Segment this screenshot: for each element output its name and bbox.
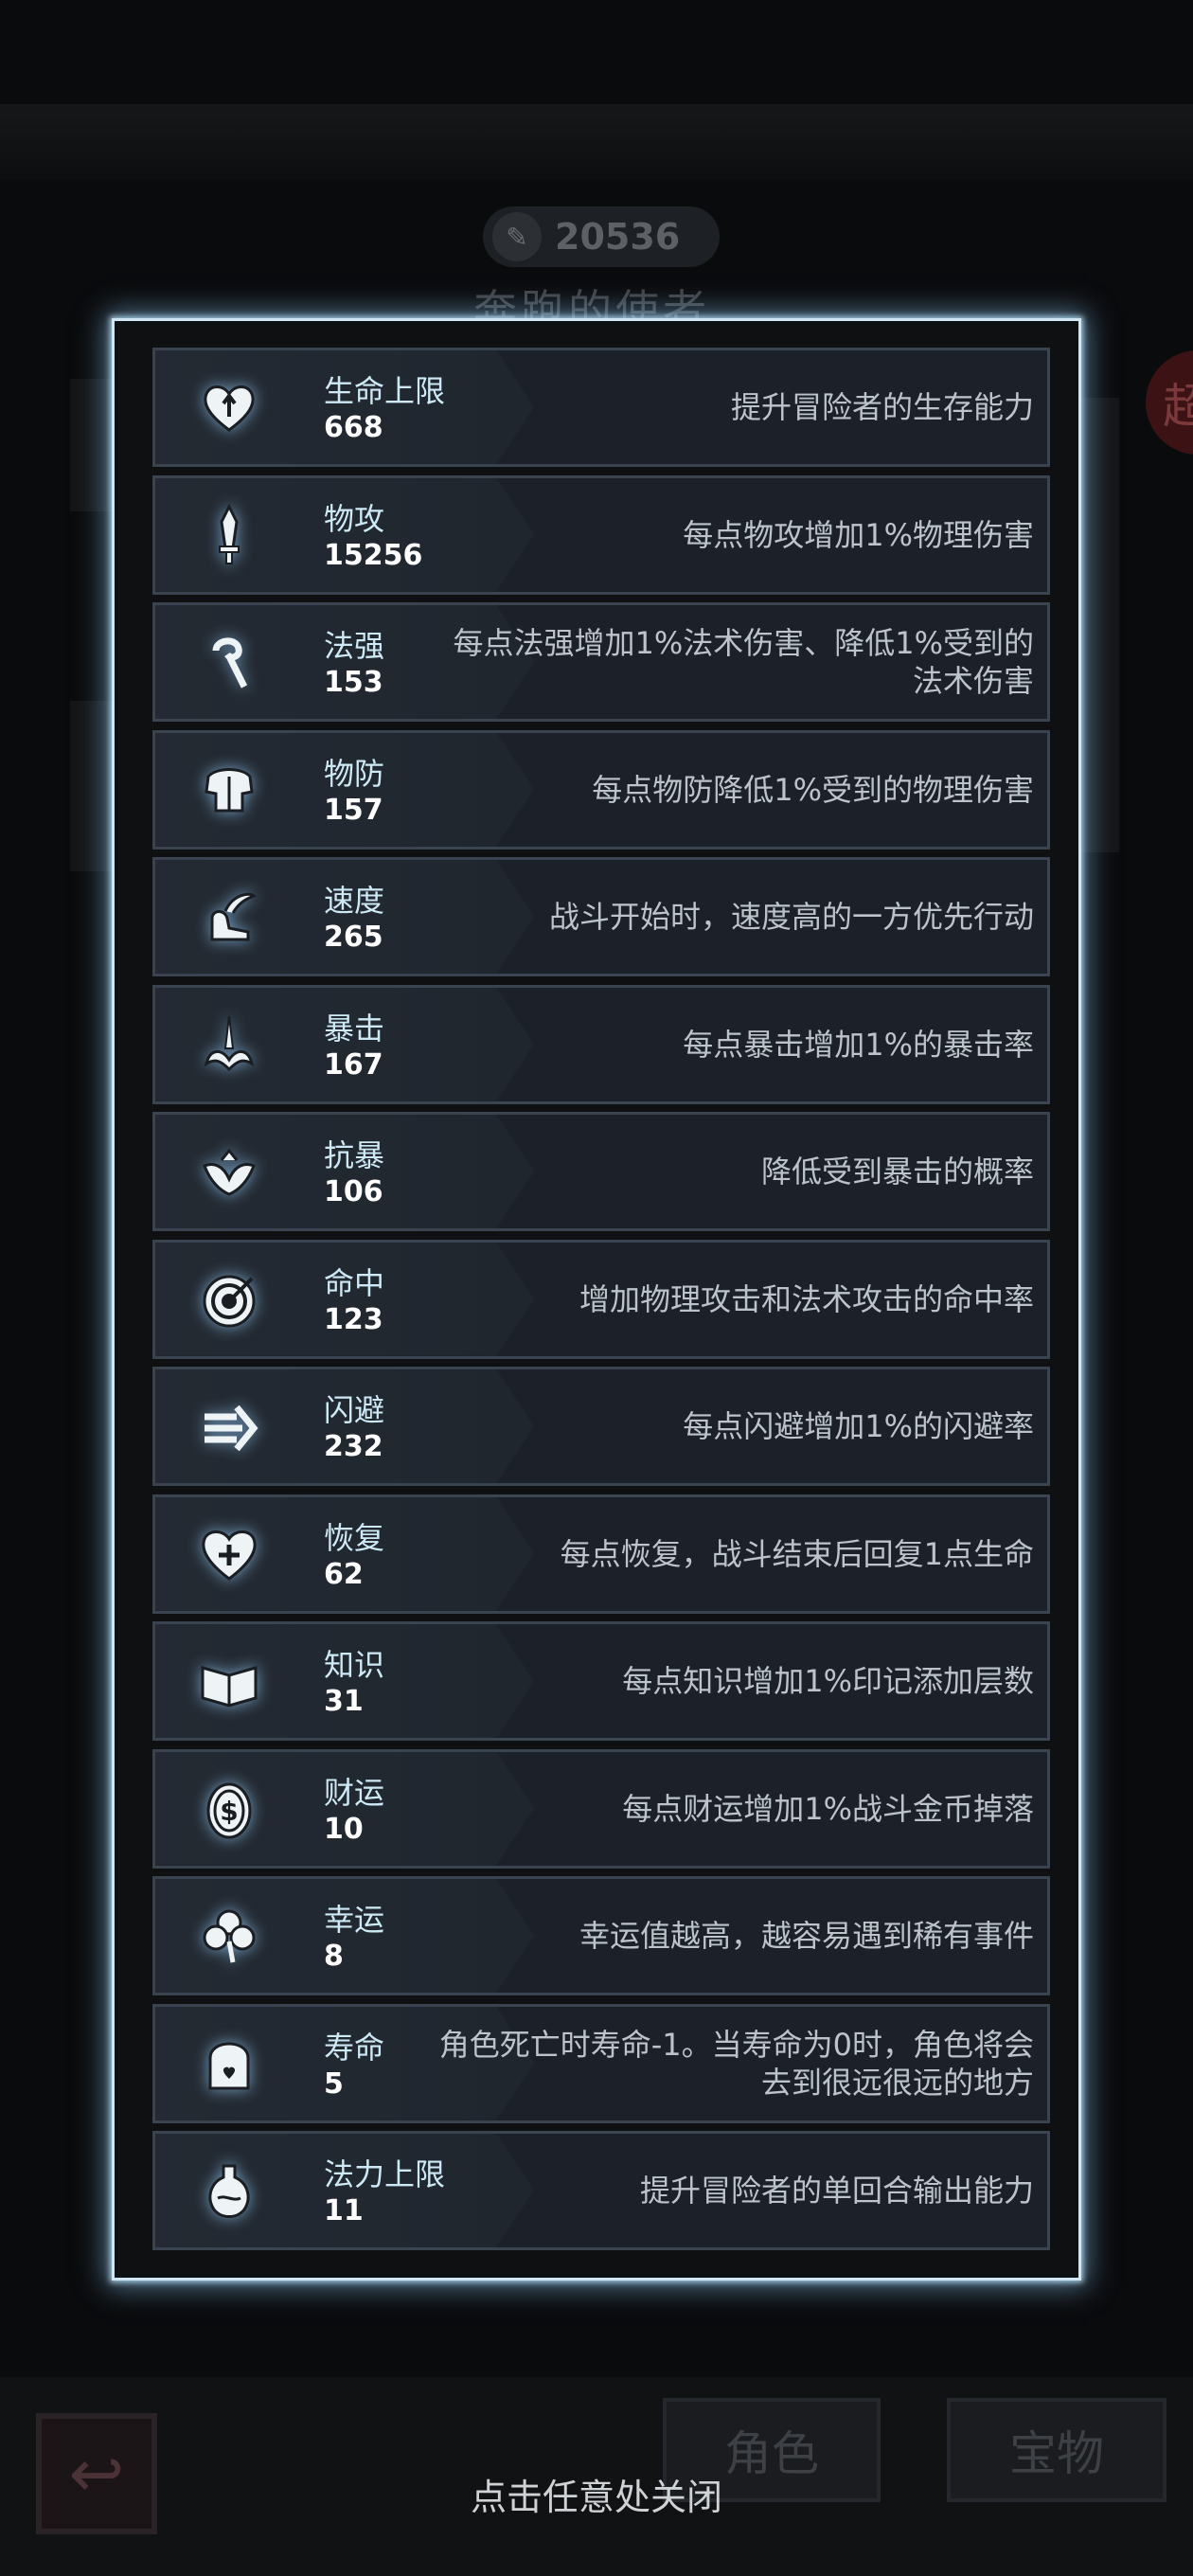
stat-value: 62 xyxy=(324,1557,364,1591)
stat-name: 命中 xyxy=(324,1264,385,1301)
stat-row: 速度 265 战斗开始时，速度高的一方优先行动 xyxy=(152,857,1050,976)
stat-description: 提升冒险者的单回合输出能力 xyxy=(639,2173,1034,2209)
stat-row: 生命上限 668 提升冒险者的生存能力 xyxy=(152,348,1050,467)
coin-icon: $ xyxy=(195,1775,263,1843)
stat-description: 每点物防降低1%受到的物理伤害 xyxy=(592,771,1034,808)
sword-icon xyxy=(195,501,263,569)
quill-icon: ✎ xyxy=(492,212,542,261)
stat-value: 265 xyxy=(324,921,383,954)
stat-row: 暴击 167 每点暴击增加1%的暴击率 xyxy=(152,984,1050,1104)
stat-row: 抗暴 106 降低受到暴击的概率 xyxy=(152,1112,1050,1231)
stat-name: 闪避 xyxy=(324,1392,385,1428)
clover-icon xyxy=(195,1902,263,1970)
stat-description: 每点恢复，战斗结束后回复1点生命 xyxy=(560,1535,1034,1572)
stat-name: 暴击 xyxy=(324,1010,385,1046)
stat-value: 167 xyxy=(324,1047,383,1082)
stat-value: 668 xyxy=(324,411,383,444)
stat-description: 每点物攻增加1%物理伤害 xyxy=(683,516,1034,553)
stat-name: 幸运 xyxy=(324,1902,385,1938)
background-title-bar xyxy=(0,104,1193,180)
stat-row: 物攻 15256 每点物攻增加1%物理伤害 xyxy=(152,474,1050,595)
stat-name: 财运 xyxy=(324,1774,385,1811)
stat-description: 每点法强增加1%法术伤害、降低1%受到的法术伤害 xyxy=(453,625,1034,699)
stat-value: 10 xyxy=(324,1812,364,1846)
stat-description: 降低受到暴击的概率 xyxy=(760,1154,1034,1190)
stat-row: 寿命 5 角色死亡时寿命-1。当寿命为0时，角色将会去到很远很远的地方 xyxy=(152,2003,1050,2123)
crit-resist-icon xyxy=(195,1137,263,1206)
target-icon xyxy=(195,1265,263,1333)
stat-name: 物攻 xyxy=(324,500,385,537)
stat-description: 每点闪避增加1%的闪避率 xyxy=(683,1408,1034,1444)
svg-text:$: $ xyxy=(220,1796,238,1827)
stat-row: 知识 31 每点知识增加1%印记添加层数 xyxy=(152,1621,1050,1741)
stat-name: 物防 xyxy=(324,755,385,792)
background-card-right xyxy=(1081,398,1119,852)
staff-icon xyxy=(195,628,263,696)
background-card-left xyxy=(70,701,114,871)
stat-description: 幸运值越高，越容易遇到稀有事件 xyxy=(579,1918,1034,1954)
stat-row: 物防 157 每点物防降低1%受到的物理伤害 xyxy=(152,729,1050,850)
stat-value: 5 xyxy=(324,2066,344,2101)
side-badge[interactable]: 超 xyxy=(1146,350,1193,455)
book-icon xyxy=(195,1647,263,1715)
stat-value: 232 xyxy=(324,1430,383,1463)
stat-description: 战斗开始时，速度高的一方优先行动 xyxy=(548,899,1034,935)
stat-row: 恢复 62 每点恢复，战斗结束后回复1点生命 xyxy=(152,1494,1050,1614)
winged-boot-icon xyxy=(195,883,263,951)
close-hint[interactable]: 点击任意处关闭 xyxy=(0,2468,1193,2520)
stat-description: 每点暴击增加1%的暴击率 xyxy=(683,1026,1034,1063)
stat-row: 法力上限 11 提升冒险者的单回合输出能力 xyxy=(152,2131,1050,2250)
stat-value: 106 xyxy=(324,1175,383,1208)
heart-plus-icon xyxy=(195,1520,263,1588)
stat-value: 15256 xyxy=(324,538,423,572)
stat-name: 恢复 xyxy=(324,1519,385,1556)
stat-row: $ 财运 10 每点财运增加1%战斗金币掉落 xyxy=(152,1748,1050,1869)
stat-name: 速度 xyxy=(324,883,385,919)
stat-name: 抗暴 xyxy=(324,1137,385,1173)
stat-row: 命中 123 增加物理攻击和法术攻击的命中率 xyxy=(152,1239,1050,1359)
stat-value: 11 xyxy=(324,2194,364,2227)
stat-name: 寿命 xyxy=(324,2029,385,2066)
stat-name: 法强 xyxy=(324,628,385,664)
armor-icon xyxy=(195,756,263,824)
stat-description: 角色死亡时寿命-1。当寿命为0时，角色将会去到很远很远的地方 xyxy=(438,2026,1034,2101)
power-value: 20536 xyxy=(555,216,681,258)
stats-panel: 生命上限 668 提升冒险者的生存能力 物攻 15256 每点物攻增加1%物理伤害 法强 15… xyxy=(112,318,1081,2281)
crit-sword-icon xyxy=(195,1011,263,1079)
stat-row: 法强 153 每点法强增加1%法术伤害、降低1%受到的法术伤害 xyxy=(152,602,1050,722)
heart-arrow-icon xyxy=(195,373,263,441)
stat-description: 每点知识增加1%印记添加层数 xyxy=(622,1663,1034,1699)
stat-row: 闪避 232 每点闪避增加1%的闪避率 xyxy=(152,1367,1050,1486)
tombstone-icon xyxy=(195,2030,263,2098)
stat-value: 8 xyxy=(324,1940,344,1973)
mana-flask-icon xyxy=(195,2156,263,2225)
stat-name: 法力上限 xyxy=(324,2156,446,2192)
background-card-left xyxy=(70,379,114,511)
stat-description: 增加物理攻击和法术攻击的命中率 xyxy=(579,1280,1034,1317)
power-badge: ✎ 20536 xyxy=(483,206,720,267)
stat-value: 123 xyxy=(324,1302,383,1336)
stat-name: 知识 xyxy=(324,1647,385,1683)
stat-description: 每点财运增加1%战斗金币掉落 xyxy=(622,1790,1034,1827)
stat-value: 31 xyxy=(324,1685,364,1718)
stat-row: 幸运 8 幸运值越高，越容易遇到稀有事件 xyxy=(152,1876,1050,1995)
stat-value: 157 xyxy=(324,793,383,827)
stat-name: 生命上限 xyxy=(324,373,446,409)
stat-value: 153 xyxy=(324,666,383,699)
dodge-arrow-icon xyxy=(195,1392,263,1460)
stat-description: 提升冒险者的生存能力 xyxy=(730,389,1034,425)
